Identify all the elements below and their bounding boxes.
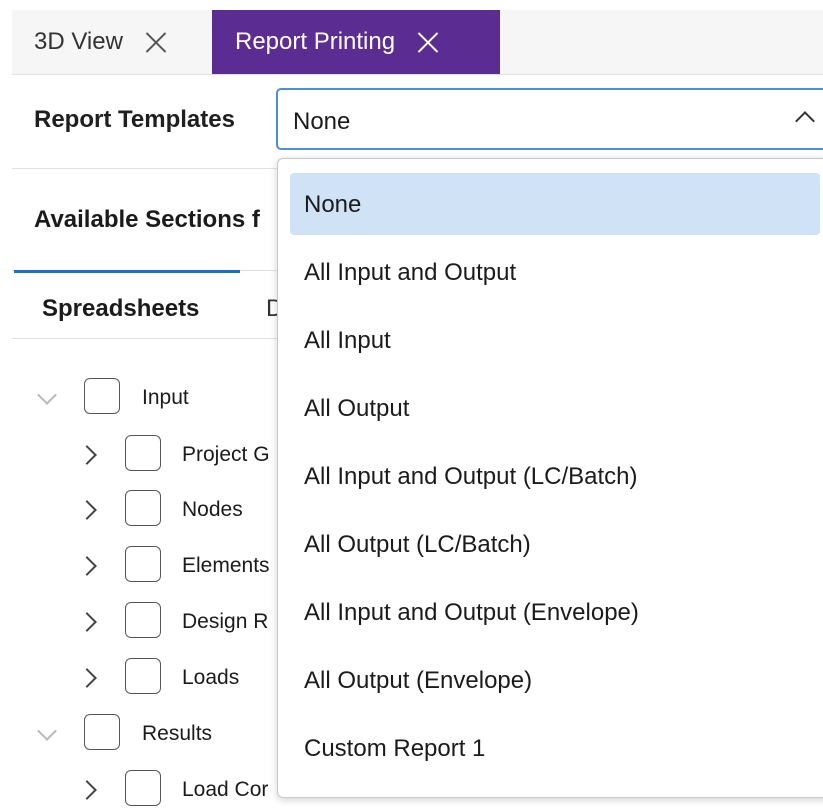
tree-item-label: Design R [182,610,269,633]
tree-item-label: Project G [182,443,270,466]
dropdown-option[interactable]: All Input and Output [290,241,820,303]
dropdown-option[interactable]: All Output (Envelope) [290,649,820,711]
close-icon[interactable] [145,31,167,53]
tab-second[interactable]: D [240,270,280,338]
available-sections-label: Available Sections f [34,206,260,233]
dropdown-option[interactable]: All Input [290,309,820,371]
dropdown-option[interactable]: All Output [290,377,820,439]
checkbox[interactable] [84,378,120,414]
chevron-down-icon[interactable] [37,385,57,405]
tree-item-load-combination[interactable]: Load Cor [0,770,280,810]
tree-item-nodes[interactable]: Nodes [0,490,280,530]
tree-item-label: Load Cor [182,778,269,801]
checkbox[interactable] [84,714,120,750]
close-icon[interactable] [417,31,439,53]
chevron-right-icon[interactable] [77,668,97,688]
tab-3d-view[interactable]: 3D View [12,10,212,74]
chevron-down-icon[interactable] [37,721,57,741]
chevron-up-icon [795,111,815,131]
tree-item-input[interactable]: Input [0,378,280,418]
dropdown-option[interactable]: All Output (LC/Batch) [290,513,820,575]
tab-3d-view-label: 3D View [34,28,123,55]
chevron-right-icon[interactable] [77,612,97,632]
checkbox[interactable] [125,546,161,582]
tab-report-printing[interactable]: Report Printing [212,10,500,74]
tab-spreadsheets-label: Spreadsheets [42,295,200,322]
checkbox[interactable] [125,490,161,526]
checkbox[interactable] [125,602,161,638]
dropdown-option-label: All Output (Envelope) [304,667,533,694]
checkbox[interactable] [125,435,161,471]
report-templates-label: Report Templates [34,106,235,133]
dropdown-option-label: All Input and Output (Envelope) [304,599,639,626]
dropdown-option-label: All Input and Output [304,259,517,286]
tree-item-results[interactable]: Results [0,714,280,754]
tree-item-design[interactable]: Design R [0,602,280,642]
tree-item-label: Elements [182,554,270,577]
chevron-right-icon[interactable] [77,500,97,520]
dropdown-option-label: All Input [304,327,391,354]
document-tab-bar: 3D View Report Printing [12,10,823,75]
dropdown-option-label: None [304,191,362,218]
chevron-right-icon[interactable] [77,445,97,465]
dropdown-option-label: All Input and Output (LC/Batch) [304,463,638,490]
tab-spreadsheets[interactable]: Spreadsheets [14,270,240,338]
tree-item-elements[interactable]: Elements [0,546,280,586]
chevron-right-icon[interactable] [77,556,97,576]
report-templates-value: None [293,108,351,135]
dropdown-option[interactable]: Custom Report 1 [290,717,820,779]
dropdown-option-label: All Output (LC/Batch) [304,531,531,558]
dropdown-option-label: Custom Report 1 [304,735,486,762]
dropdown-option-label: All Output [304,395,410,422]
chevron-right-icon[interactable] [77,780,97,800]
tree-item-loads[interactable]: Loads [0,658,280,698]
tree-item-label: Results [142,722,213,745]
report-templates-dropdown: None All Input and Output All Input All … [277,158,823,798]
dropdown-option[interactable]: All Input and Output (LC/Batch) [290,445,820,507]
tree-item-project[interactable]: Project G [0,435,280,475]
tab-report-printing-label: Report Printing [235,28,396,55]
dropdown-option[interactable]: All Input and Output (Envelope) [290,581,820,643]
dropdown-option[interactable]: None [290,173,820,235]
tree-item-label: Input [142,386,189,409]
tree-item-label: Loads [182,666,240,689]
report-templates-select[interactable]: None [276,88,823,150]
checkbox[interactable] [125,658,161,694]
tree-item-label: Nodes [182,498,243,521]
